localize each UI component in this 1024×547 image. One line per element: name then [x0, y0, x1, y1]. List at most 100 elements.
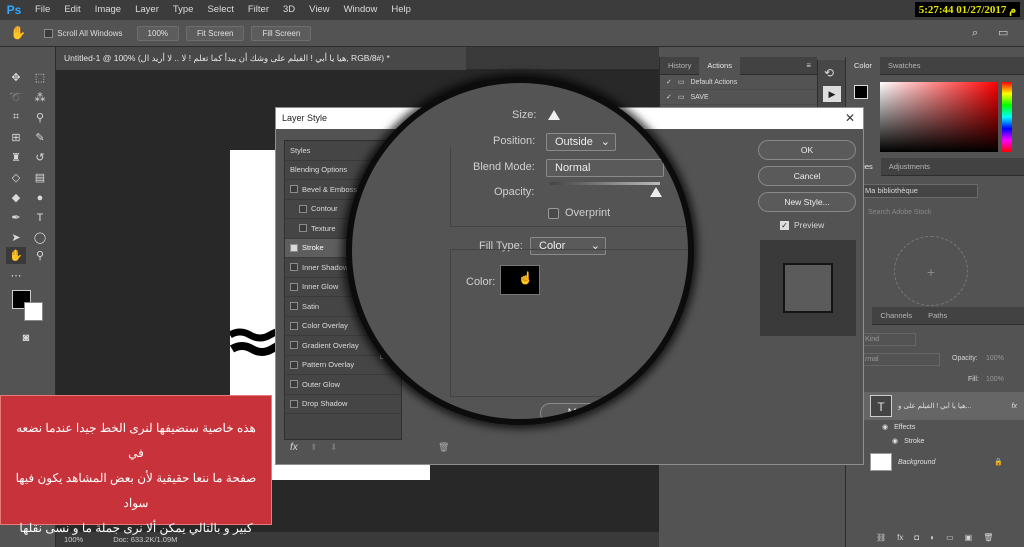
- style-checkbox[interactable]: [299, 204, 307, 213]
- tab-paths[interactable]: Paths: [920, 307, 955, 325]
- zoom-100-button[interactable]: 100%: [136, 25, 180, 41]
- check-icon[interactable]: ✓: [666, 78, 672, 86]
- layer-filter-kind[interactable]: Kind: [860, 333, 916, 346]
- close-icon[interactable]: ✕: [845, 108, 855, 129]
- eraser-tool-icon[interactable]: ◇: [6, 169, 26, 186]
- style-checkbox[interactable]: [299, 224, 307, 233]
- menu-layer[interactable]: Layer: [128, 0, 166, 20]
- style-checkbox[interactable]: [290, 185, 298, 194]
- quick-mask-icon[interactable]: ◙: [16, 329, 36, 346]
- menu-view[interactable]: View: [302, 0, 336, 20]
- fit-screen-button[interactable]: Fit Screen: [186, 25, 245, 41]
- adjustment-layer-icon[interactable]: ◐: [930, 533, 935, 542]
- fx-menu-icon[interactable]: fx: [290, 442, 298, 453]
- tab-channels[interactable]: Channels: [872, 307, 920, 325]
- library-search[interactable]: Search Adobe Stock: [860, 206, 1015, 220]
- clone-stamp-icon[interactable]: ♜: [6, 149, 26, 166]
- tab-color[interactable]: Color: [846, 56, 880, 75]
- zoom-tool-icon[interactable]: ⚲: [30, 247, 50, 264]
- tab-history[interactable]: History: [660, 57, 699, 75]
- path-select-icon[interactable]: ➤: [6, 229, 26, 246]
- style-checkbox[interactable]: [290, 302, 298, 311]
- link-layers-icon[interactable]: ⛓: [876, 533, 886, 542]
- style-checkbox[interactable]: [290, 360, 298, 369]
- stroke-effect-row[interactable]: ◉ Stroke: [846, 434, 1024, 448]
- style-checkbox[interactable]: [290, 399, 298, 408]
- preview-checkbox[interactable]: ✓: [780, 220, 789, 230]
- gradient-tool-icon[interactable]: ▤: [30, 169, 50, 186]
- opacity-value[interactable]: 100%: [986, 355, 1004, 362]
- menu-filter[interactable]: Filter: [241, 0, 276, 20]
- add-mask-icon[interactable]: ◘: [914, 533, 919, 542]
- style-item[interactable]: Drop Shadow: [285, 395, 401, 414]
- type-tool-icon[interactable]: T: [30, 209, 50, 226]
- new-layer-icon[interactable]: ▣: [965, 533, 973, 542]
- cancel-button[interactable]: Cancel: [758, 166, 856, 186]
- style-checkbox[interactable]: [290, 243, 298, 252]
- add-style-icon[interactable]: fx: [897, 533, 903, 542]
- library-select[interactable]: Ma bibliothèque: [860, 184, 978, 198]
- history-panel-icon[interactable]: ⟲: [824, 66, 834, 80]
- layer-row[interactable]: T هيا يا أبي ! الفيلم على و... fx: [846, 392, 1024, 420]
- menu-edit[interactable]: Edit: [57, 0, 87, 20]
- style-checkbox[interactable]: [290, 380, 298, 389]
- fill-screen-button[interactable]: Fill Screen: [251, 25, 312, 41]
- add-library-area[interactable]: +: [894, 236, 968, 306]
- menu-image[interactable]: Image: [88, 0, 128, 20]
- color-spectrum[interactable]: [880, 82, 998, 152]
- size-slider-thumb[interactable]: [548, 110, 560, 120]
- move-up-icon[interactable]: ⬆: [310, 442, 318, 453]
- check-icon[interactable]: ✓: [666, 93, 672, 101]
- preview-toggle[interactable]: ✓ Preview: [780, 220, 824, 230]
- style-checkbox[interactable]: [290, 321, 298, 330]
- panel-menu-icon[interactable]: ≡: [806, 61, 811, 70]
- action-set-row[interactable]: ✓ ▭ SAVE: [660, 90, 817, 105]
- ok-button[interactable]: OK: [758, 140, 856, 160]
- menu-type[interactable]: Type: [166, 0, 201, 20]
- magic-wand-icon[interactable]: ⁂: [30, 89, 50, 106]
- layer-row[interactable]: Background 🔒: [846, 448, 1024, 476]
- menu-file[interactable]: File: [28, 0, 57, 20]
- delete-style-icon[interactable]: 🗑: [438, 442, 449, 453]
- hue-slider[interactable]: [1002, 82, 1012, 152]
- style-checkbox[interactable]: [290, 282, 298, 291]
- search-icon[interactable]: ⌕: [972, 27, 978, 40]
- move-tool-icon[interactable]: ✥: [6, 69, 26, 86]
- hand-tool-icon[interactable]: ✋: [6, 247, 26, 264]
- fill-value[interactable]: 100%: [986, 376, 1004, 383]
- panel-fg-swatch[interactable]: [854, 85, 868, 99]
- play-action-icon[interactable]: ▶: [823, 86, 841, 102]
- tab-adjustments[interactable]: Adjustments: [881, 158, 938, 176]
- brush-tool-icon[interactable]: ✎: [30, 129, 50, 146]
- style-checkbox[interactable]: [290, 341, 298, 350]
- menu-help[interactable]: Help: [384, 0, 418, 20]
- style-item[interactable]: Outer Glow: [285, 375, 401, 395]
- ellipse-tool-icon[interactable]: ◯: [30, 229, 50, 246]
- new-group-icon[interactable]: ▭: [946, 533, 954, 542]
- blur-tool-icon[interactable]: ◆: [6, 189, 26, 206]
- scroll-all-checkbox[interactable]: [44, 28, 54, 38]
- menu-select[interactable]: Select: [200, 0, 240, 20]
- dodge-tool-icon[interactable]: ●: [30, 189, 50, 206]
- effects-row[interactable]: ◉ Effects: [846, 420, 1024, 434]
- move-down-icon[interactable]: ⬇: [330, 442, 338, 453]
- lasso-tool-icon[interactable]: ➰: [6, 89, 26, 106]
- more-tools-icon[interactable]: ⋯: [6, 267, 26, 284]
- new-style-button[interactable]: New Style...: [758, 192, 856, 212]
- pen-tool-icon[interactable]: ✒: [6, 209, 26, 226]
- document-tab[interactable]: Untitled-1 @ 100% (هيا يا أبي ! الفيلم ع…: [56, 47, 466, 70]
- healing-brush-icon[interactable]: ⊞: [6, 129, 26, 146]
- background-color-swatch[interactable]: [24, 302, 43, 321]
- tab-actions[interactable]: Actions: [699, 56, 740, 75]
- marquee-tool-icon[interactable]: ⬚: [30, 69, 50, 86]
- action-set-row[interactable]: ✓ ▭ Default Actions: [660, 75, 817, 90]
- crop-tool-icon[interactable]: ⌗: [6, 109, 26, 126]
- delete-layer-icon[interactable]: 🗑: [983, 533, 993, 542]
- menu-3d[interactable]: 3D: [276, 0, 302, 20]
- eye-icon[interactable]: ◉: [882, 423, 888, 431]
- menu-window[interactable]: Window: [337, 0, 385, 20]
- tab-swatches[interactable]: Swatches: [880, 57, 929, 75]
- history-brush-icon[interactable]: ↺: [30, 149, 50, 166]
- eyedropper-icon[interactable]: ⚲: [30, 109, 50, 126]
- eye-icon[interactable]: ◉: [892, 437, 898, 445]
